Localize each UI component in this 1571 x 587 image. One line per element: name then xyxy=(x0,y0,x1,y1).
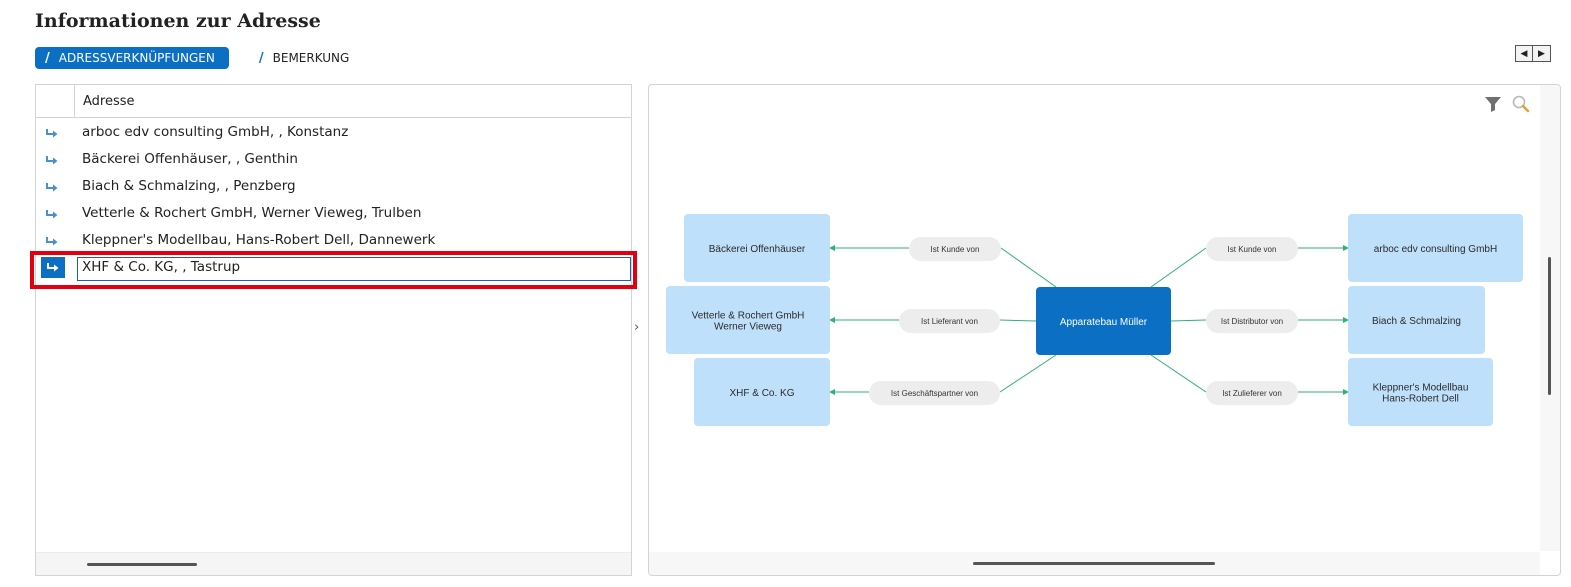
column-header-adresse[interactable]: Adresse xyxy=(83,94,135,109)
list-item[interactable]: arboc edv consulting GmbH, , Konstanz xyxy=(36,119,631,146)
relation-label: Ist Zulieferer von xyxy=(1222,389,1282,398)
relation-label: Ist Lieferant von xyxy=(921,317,978,326)
list-item[interactable]: Bäckerei Offenhäuser, , Genthin xyxy=(36,146,631,173)
edge-line xyxy=(1150,354,1207,393)
relation-label: Ist Kunde von xyxy=(931,245,980,254)
filter-icon[interactable] xyxy=(1484,95,1502,113)
node-label: XHF & Co. KG xyxy=(729,388,794,399)
tab-adressverknuepfungen[interactable]: / ADRESSVERKNÜPFUNGEN xyxy=(35,47,229,69)
list-rows: arboc edv consulting GmbH, , Konstanz Bäc… xyxy=(36,119,631,281)
relation-label: Ist Geschäftspartner von xyxy=(891,389,978,398)
scrollbar-thumb[interactable] xyxy=(87,563,197,566)
link-arrow-icon[interactable] xyxy=(45,126,59,140)
address-label: XHF & Co. KG, , Tastrup xyxy=(82,259,241,275)
list-item[interactable]: XHF & Co. KG, , Tastrup xyxy=(36,254,631,281)
link-arrow-icon[interactable] xyxy=(45,207,59,221)
list-item[interactable]: Biach & Schmalzing, , Penzberg xyxy=(36,173,631,200)
link-arrow-icon[interactable] xyxy=(45,234,59,248)
horizontal-scrollbar[interactable] xyxy=(649,552,1540,575)
address-label: Vetterle & Rochert GmbH, Werner Vieweg, … xyxy=(82,205,422,221)
icon-column-header xyxy=(36,85,75,117)
edge-line xyxy=(999,319,1037,322)
edge-line xyxy=(1150,247,1207,288)
relation-label: Ist Distributor von xyxy=(1221,317,1283,326)
tab-label: BEMERKUNG xyxy=(272,51,350,65)
address-label: Kleppner's Modellbau, Hans-Robert Dell, … xyxy=(82,232,436,248)
tab-scroll-arrows: ◀ ▶ xyxy=(1515,45,1551,62)
splitter-chevron-icon[interactable]: › xyxy=(634,320,639,335)
relation-label: Ist Kunde von xyxy=(1228,245,1277,254)
slash-icon: / xyxy=(45,50,50,66)
node-label: Bäckerei Offenhäuser xyxy=(709,244,806,255)
link-arrow-icon[interactable] xyxy=(45,153,59,167)
node-label: Kleppner's Modellbau xyxy=(1373,383,1469,394)
edge-line xyxy=(1170,319,1207,322)
diagram-canvas[interactable]: Ist Kunde von Bäckerei Offenhäuser Ist Lie… xyxy=(649,85,1540,551)
link-arrow-icon[interactable] xyxy=(45,180,59,194)
search-icon[interactable] xyxy=(1511,94,1531,114)
tab-label: ADRESSVERKNÜPFUNGEN xyxy=(58,51,215,65)
address-label: Biach & Schmalzing, , Penzberg xyxy=(82,178,296,194)
node-label: Biach & Schmalzing xyxy=(1372,316,1461,327)
page-title: Informationen zur Adresse xyxy=(35,10,321,32)
edge-line xyxy=(1000,247,1057,288)
center-node-label: Apparatebau Müller xyxy=(1060,317,1148,328)
tab-bemerkung[interactable]: / BEMERKUNG xyxy=(249,47,363,69)
arrow-right-icon[interactable]: ▶ xyxy=(1533,45,1551,62)
link-arrow-icon[interactable] xyxy=(41,257,65,278)
tab-bar: / ADRESSVERKNÜPFUNGEN / BEMERKUNG xyxy=(35,47,363,69)
address-list: Adresse arboc edv consulting GmbH, , Kon… xyxy=(35,84,632,576)
list-header: Adresse xyxy=(36,85,631,118)
arrow-left-icon[interactable]: ◀ xyxy=(1515,45,1533,62)
node-label: Werner Vieweg xyxy=(714,322,782,333)
slash-icon: / xyxy=(258,50,264,66)
relationship-diagram: Ist Kunde von Bäckerei Offenhäuser Ist Lie… xyxy=(648,84,1561,576)
vertical-scrollbar[interactable] xyxy=(1540,85,1560,551)
node-label: Vetterle & Rochert GmbH xyxy=(692,311,805,322)
list-item[interactable]: Vetterle & Rochert GmbH, Werner Vieweg, … xyxy=(36,200,631,227)
address-label: arboc edv consulting GmbH, , Konstanz xyxy=(82,124,349,140)
address-label: Bäckerei Offenhäuser, , Genthin xyxy=(82,151,298,167)
horizontal-scrollbar[interactable] xyxy=(36,552,631,575)
edge-line xyxy=(999,354,1057,393)
scrollbar-thumb[interactable] xyxy=(1548,257,1551,395)
scrollbar-thumb[interactable] xyxy=(973,562,1215,565)
list-item[interactable]: Kleppner's Modellbau, Hans-Robert Dell, … xyxy=(36,227,631,254)
node-label: arboc edv consulting GmbH xyxy=(1374,244,1497,255)
node-label: Hans-Robert Dell xyxy=(1382,394,1459,405)
